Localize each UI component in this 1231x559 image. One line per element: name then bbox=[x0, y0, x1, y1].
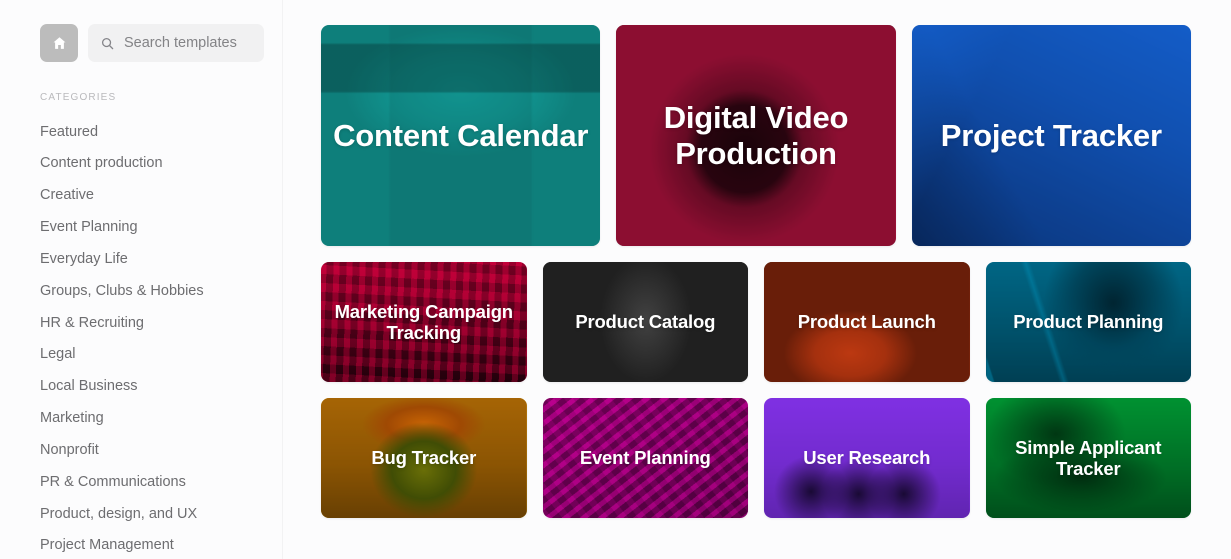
sidebar: CATEGORIES Featured Content production C… bbox=[0, 0, 283, 559]
category-list: Featured Content production Creative Eve… bbox=[0, 116, 282, 559]
card-title: Digital Video Production bbox=[663, 99, 849, 171]
template-card-product-launch[interactable]: Product Launch bbox=[764, 262, 970, 382]
card-title: User Research bbox=[803, 447, 931, 469]
sidebar-item-creative[interactable]: Creative bbox=[0, 180, 282, 212]
search-input[interactable] bbox=[124, 35, 252, 51]
card-title: Bug Tracker bbox=[371, 447, 477, 469]
template-card-project-tracker[interactable]: Project Tracker bbox=[911, 25, 1191, 246]
sidebar-header bbox=[0, 24, 282, 62]
sidebar-item-groups-clubs-hobbies[interactable]: Groups, Clubs & Hobbies bbox=[0, 275, 282, 307]
search-box[interactable] bbox=[88, 24, 264, 62]
template-card-digital-video-production[interactable]: Digital Video Production bbox=[616, 25, 896, 246]
template-card-product-planning[interactable]: Product Planning bbox=[985, 262, 1191, 382]
template-row-two: Marketing Campaign Tracking Product Cata… bbox=[321, 262, 1191, 382]
categories-heading: CATEGORIES bbox=[40, 92, 117, 103]
sidebar-item-product-design-ux[interactable]: Product, design, and UX bbox=[0, 498, 282, 530]
template-card-product-catalog[interactable]: Product Catalog bbox=[542, 262, 748, 382]
sidebar-item-hr-recruiting[interactable]: HR & Recruiting bbox=[0, 307, 282, 339]
card-title: Project Tracker bbox=[940, 117, 1162, 153]
featured-row: Content Calendar Digital Video Productio… bbox=[321, 25, 1191, 246]
home-icon bbox=[51, 35, 68, 52]
template-card-simple-applicant-tracker[interactable]: Simple Applicant Tracker bbox=[985, 398, 1191, 518]
card-title: Content Calendar bbox=[333, 117, 589, 153]
template-gallery-app: CATEGORIES Featured Content production C… bbox=[0, 0, 1231, 559]
template-card-bug-tracker[interactable]: Bug Tracker bbox=[321, 398, 527, 518]
card-title: Product Launch bbox=[797, 311, 936, 333]
sidebar-item-featured[interactable]: Featured bbox=[0, 116, 282, 148]
template-card-content-calendar[interactable]: Content Calendar bbox=[321, 25, 601, 246]
sidebar-item-legal[interactable]: Legal bbox=[0, 339, 282, 371]
search-icon bbox=[100, 36, 115, 51]
template-card-event-planning[interactable]: Event Planning bbox=[542, 398, 748, 518]
card-title: Marketing Campaign Tracking bbox=[334, 300, 514, 343]
template-row-three: Bug Tracker Event Planning User Research… bbox=[321, 398, 1191, 518]
card-title: Product Planning bbox=[1013, 311, 1164, 333]
sidebar-item-local-business[interactable]: Local Business bbox=[0, 371, 282, 403]
sidebar-item-event-planning[interactable]: Event Planning bbox=[0, 212, 282, 244]
sidebar-item-project-management[interactable]: Project Management bbox=[0, 530, 282, 559]
home-button[interactable] bbox=[40, 24, 78, 62]
template-card-marketing-campaign-tracking[interactable]: Marketing Campaign Tracking bbox=[321, 262, 527, 382]
sidebar-item-content-production[interactable]: Content production bbox=[0, 148, 282, 180]
card-title: Event Planning bbox=[579, 447, 711, 469]
sidebar-item-pr-communications[interactable]: PR & Communications bbox=[0, 466, 282, 498]
template-grid: Content Calendar Digital Video Productio… bbox=[283, 0, 1231, 559]
sidebar-item-marketing[interactable]: Marketing bbox=[0, 403, 282, 435]
sidebar-item-nonprofit[interactable]: Nonprofit bbox=[0, 434, 282, 466]
template-card-user-research[interactable]: User Research bbox=[764, 398, 970, 518]
card-title: Simple Applicant Tracker bbox=[1015, 436, 1162, 479]
card-title: Product Catalog bbox=[575, 311, 716, 333]
sidebar-item-everyday-life[interactable]: Everyday Life bbox=[0, 243, 282, 275]
